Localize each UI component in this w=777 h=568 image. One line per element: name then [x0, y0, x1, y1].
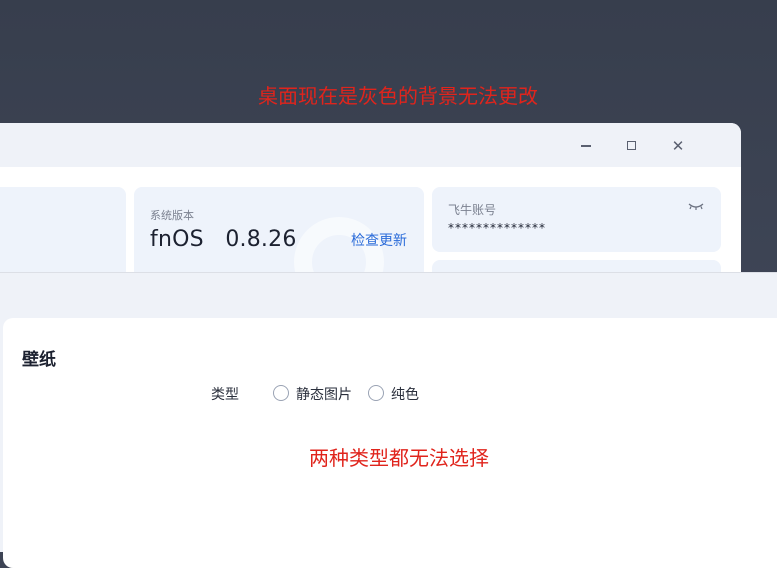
- section-title: 壁纸: [22, 350, 56, 370]
- radio-solid-color[interactable]: [368, 385, 384, 401]
- eye-closed-icon[interactable]: [687, 199, 705, 213]
- window-titlebar: ✕: [0, 123, 741, 167]
- annotation-top: 桌面现在是灰色的背景无法更改: [258, 84, 538, 108]
- minimize-icon[interactable]: [575, 135, 597, 157]
- close-icon[interactable]: ✕: [667, 135, 689, 157]
- check-update-link[interactable]: 检查更新: [351, 230, 407, 250]
- version-label: 系统版本: [150, 209, 194, 222]
- settings-panel: 壁纸 类型 静态图片 纯色: [0, 272, 777, 568]
- radio-static-image-label[interactable]: 静态图片: [296, 384, 352, 404]
- maximize-icon[interactable]: [621, 135, 643, 157]
- account-label: 飞牛账号: [448, 203, 497, 217]
- account-card: 飞牛账号 **************: [432, 187, 721, 252]
- account-value: **************: [448, 221, 546, 235]
- type-label: 类型: [211, 387, 239, 403]
- radio-static-image[interactable]: [273, 385, 289, 401]
- version-value: fnOS 0.8.26: [150, 227, 297, 252]
- radio-solid-color-label[interactable]: 纯色: [391, 384, 419, 404]
- annotation-middle: 两种类型都无法选择: [309, 446, 489, 470]
- panel-divider: [0, 272, 777, 273]
